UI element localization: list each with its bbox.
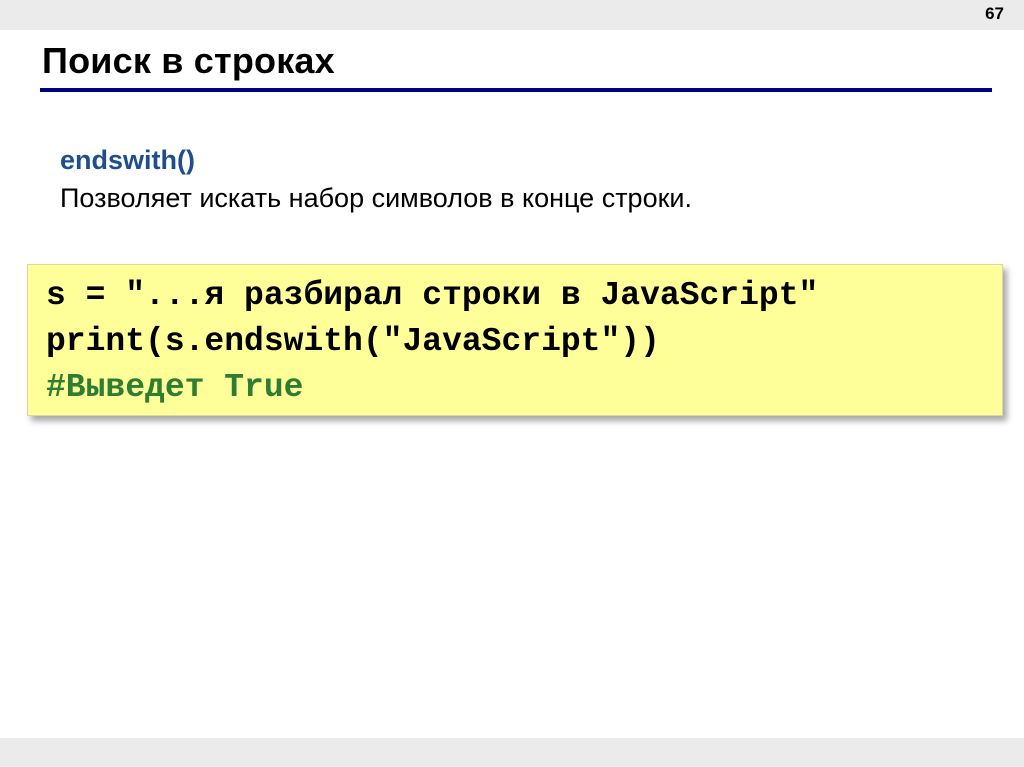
code-line-assignment: s = "...я разбирал строки в JavaScript" (46, 277, 819, 314)
slide-number: 67 (985, 4, 1004, 23)
code-example-box: s = "...я разбирал строки в JavaScript" … (27, 264, 1003, 416)
method-name: endswith() (60, 145, 195, 175)
title-underline (40, 88, 992, 92)
top-band (0, 0, 1024, 30)
code-line-comment: #Выведет True (46, 369, 304, 406)
method-description: Позволяет искать набор символов в конце … (60, 183, 692, 213)
bottom-band (0, 738, 1024, 767)
slide-title: Поиск в строках (42, 40, 335, 81)
code-line-print: print(s.endswith("JavaScript")) (46, 323, 660, 360)
